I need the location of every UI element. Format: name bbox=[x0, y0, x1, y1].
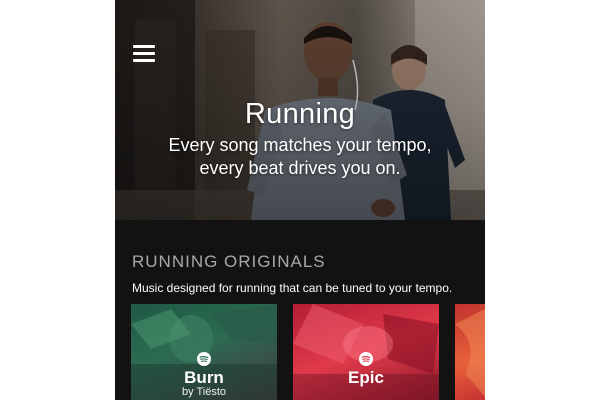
page-title: Running bbox=[244, 98, 356, 130]
section-title: RUNNING ORIGINALS bbox=[132, 252, 326, 271]
spotify-icon bbox=[359, 352, 373, 366]
playlist-card-epic[interactable]: Epic bbox=[293, 304, 439, 400]
card-title: Epic bbox=[348, 368, 384, 387]
section-description: Music designed for running that can be t… bbox=[132, 281, 453, 295]
running-screen: Running Every song matches your tempo, e… bbox=[115, 0, 485, 400]
spotify-icon bbox=[197, 352, 211, 366]
hero-banner: Running Every song matches your tempo, e… bbox=[115, 0, 485, 220]
card-title: Burn bbox=[184, 368, 224, 387]
card-subtitle: by Tiësto bbox=[181, 386, 227, 398]
card-artwork bbox=[455, 309, 485, 398]
page-subtitle: Every song matches your tempo, every bea… bbox=[135, 134, 465, 180]
hamburger-menu-icon[interactable] bbox=[133, 45, 155, 63]
subtitle-line-2: every beat drives you on. bbox=[199, 158, 401, 178]
playlist-card-partial[interactable] bbox=[455, 304, 485, 400]
playlist-card-burn[interactable]: Burn by Tiësto bbox=[131, 304, 277, 400]
subtitle-line-1: Every song matches your tempo, bbox=[168, 135, 432, 155]
